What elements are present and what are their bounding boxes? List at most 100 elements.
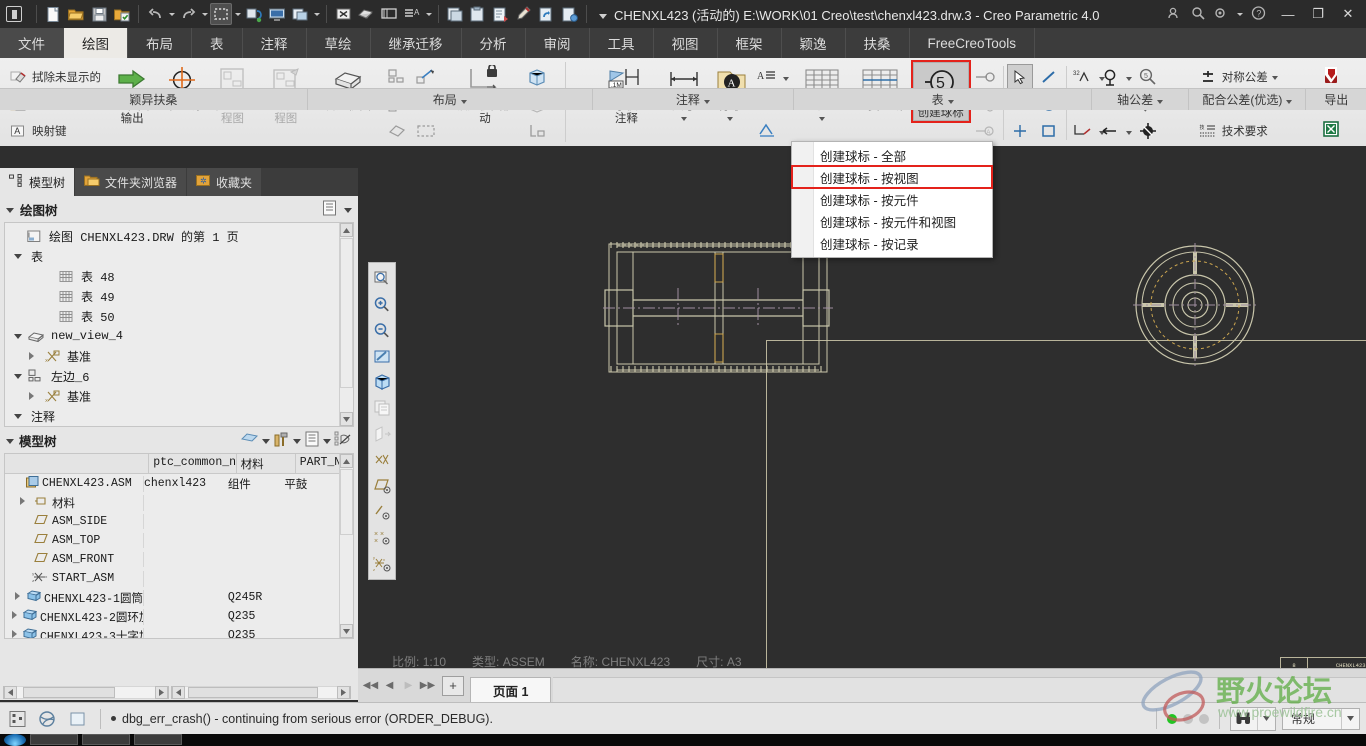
display-style-icon[interactable]	[369, 369, 395, 395]
menu-item-balloon-by-component[interactable]: 创建球标 - 按元件	[792, 188, 992, 210]
close-button[interactable]: ✕	[1334, 2, 1362, 26]
tree-node[interactable]: 表 48	[9, 266, 338, 286]
table-row[interactable]: CHENXL423.ASM chenxl423 组件 平鼓	[5, 474, 339, 493]
menu-item-balloon-by-component-and-view[interactable]: 创建球标 - 按元件和视图	[792, 210, 992, 232]
undo-icon[interactable]	[144, 3, 166, 25]
chevron-right-icon[interactable]	[12, 610, 17, 623]
ribbon-tab-framework[interactable]: 框架	[718, 28, 782, 58]
model-tree-toggle-icon[interactable]	[6, 707, 30, 731]
note-caret-icon[interactable]	[783, 70, 789, 84]
csys-display-icon[interactable]: y z x	[369, 551, 395, 577]
chevron-down-icon[interactable]	[9, 414, 27, 419]
start-orb-icon[interactable]	[4, 734, 26, 746]
tab-favorites[interactable]: ✲ 收藏夹	[187, 168, 263, 196]
surface-finish-icon[interactable]	[754, 118, 780, 144]
table-row[interactable]: 材料	[5, 493, 339, 512]
annotation-caret-icon[interactable]	[424, 3, 433, 25]
axis-display-icon[interactable]	[369, 499, 395, 525]
tree-node[interactable]: x 基准	[9, 386, 338, 406]
refresh-icon[interactable]	[536, 3, 558, 25]
group-label-fit-tolerance[interactable]: 配合公差(优选)	[1189, 89, 1307, 110]
tree-settings-icon[interactable]	[321, 200, 338, 219]
copy-sheet-icon[interactable]	[444, 3, 466, 25]
zoom-window-icon[interactable]	[369, 265, 395, 291]
tree-node[interactable]: 左边_6	[9, 366, 338, 386]
table-row[interactable]: CHENXL423-3十字加强筋 Q235	[5, 626, 339, 638]
display-style-icon[interactable]	[266, 3, 288, 25]
find-tool[interactable]	[1229, 706, 1276, 731]
add-sheet-button[interactable]: +	[442, 675, 464, 696]
table-row[interactable]: ASM_FRONT	[5, 550, 339, 569]
scroll-up-icon[interactable]	[340, 223, 353, 237]
tab-model-tree[interactable]: 模型树	[0, 168, 76, 196]
save-icon[interactable]	[88, 3, 110, 25]
display-filter-icon[interactable]	[334, 431, 352, 450]
tree-node[interactable]: 表 49	[9, 286, 338, 306]
table-row[interactable]: CHENXL423-2圆环加强筋 Q235	[5, 607, 339, 626]
column-header-common-name[interactable]: ptc_common_name	[149, 454, 237, 473]
window-icon[interactable]	[289, 3, 311, 25]
ribbon-tab-inherit-migrate[interactable]: 继承迁移	[371, 28, 462, 58]
excel-export-icon[interactable]	[1318, 116, 1344, 142]
edit-icon[interactable]	[513, 3, 535, 25]
help-icon[interactable]: ?	[1251, 5, 1266, 23]
search-help-icon[interactable]	[1191, 6, 1206, 23]
chevron-down-icon[interactable]	[704, 93, 710, 107]
arrow-left-icon[interactable]	[1097, 118, 1123, 144]
point-icon[interactable]	[1007, 118, 1033, 144]
scroll-thumb[interactable]	[340, 238, 353, 388]
move-view-icon[interactable]	[524, 118, 550, 144]
scroll-thumb[interactable]	[340, 469, 353, 535]
balloon-all-icon[interactable]	[972, 64, 998, 90]
dimension-caret-icon[interactable]	[681, 115, 687, 123]
drawing-tree[interactable]: 绘图 CHENXL423.DRW 的第 1 页 表 表 48 表 49 表 50…	[4, 222, 354, 427]
redo-icon[interactable]	[177, 3, 199, 25]
title-dropdown-icon[interactable]	[599, 7, 607, 22]
chevron-right-icon[interactable]	[20, 496, 25, 509]
chevron-down-icon[interactable]	[9, 374, 27, 379]
scroll-up-icon[interactable]	[340, 454, 353, 468]
chevron-down-icon[interactable]	[461, 93, 467, 107]
settings-gear-icon[interactable]	[1213, 6, 1228, 23]
ribbon-tab-sketch[interactable]: 草绘	[307, 28, 371, 58]
selection-filter-dropdown[interactable]: 常规	[1281, 707, 1360, 730]
drawing-tree-scrollbar[interactable]	[339, 223, 353, 426]
last-page-icon[interactable]: ▶▶	[419, 675, 436, 697]
select-caret-icon[interactable]	[233, 3, 242, 25]
symmetric-tolerance-button[interactable]: 对称公差	[1195, 66, 1281, 88]
tree-node[interactable]: new_view_4	[9, 326, 338, 346]
select-region-icon[interactable]	[210, 3, 232, 25]
point-display-icon[interactable]: × × ×	[369, 525, 395, 551]
scroll-thumb[interactable]	[23, 686, 115, 698]
model-tree-scrollbar[interactable]	[339, 454, 353, 638]
sheet-display-icon[interactable]	[369, 395, 395, 421]
ribbon-tab-table[interactable]: 表	[192, 28, 243, 58]
table-row[interactable]: yz x START_ASM	[5, 569, 339, 588]
revolved-view-icon[interactable]	[384, 118, 410, 144]
binoculars-icon[interactable]	[1231, 708, 1257, 730]
window-caret-icon[interactable]	[312, 3, 321, 25]
maximize-button[interactable]: ❐	[1304, 2, 1332, 26]
tree-node[interactable]: 注释	[9, 406, 338, 426]
datum-icon[interactable]	[1097, 64, 1123, 90]
scroll-left-icon[interactable]	[4, 685, 17, 699]
chevron-right-icon[interactable]	[12, 629, 17, 638]
erase-icon[interactable]	[355, 3, 377, 25]
scroll-thumb[interactable]	[188, 686, 318, 698]
settings-tools-caret-icon[interactable]	[293, 433, 301, 447]
ribbon-tab-layout[interactable]: 布局	[128, 28, 192, 58]
table-row[interactable]: ASM_SIDE	[5, 512, 339, 531]
ribbon-tab-file[interactable]: 文件	[0, 28, 64, 58]
new-document-icon[interactable]	[42, 3, 64, 25]
balloon-number-icon[interactable]: 5	[1135, 64, 1161, 90]
ribbon-tab-fusang[interactable]: 扶桑	[846, 28, 910, 58]
scroll-track[interactable]	[185, 685, 337, 699]
table-row[interactable]: ASM_TOP	[5, 531, 339, 550]
list-columns-caret-icon[interactable]	[323, 433, 331, 447]
menu-item-balloon-all[interactable]: 创建球标 - 全部	[792, 144, 992, 166]
perspective-icon[interactable]	[369, 421, 395, 447]
annotation-icon[interactable]: A	[401, 3, 423, 25]
pdf-export-icon[interactable]	[1318, 62, 1344, 88]
regenerate-icon[interactable]	[243, 3, 265, 25]
group-label-layout[interactable]: 布局	[308, 89, 593, 110]
